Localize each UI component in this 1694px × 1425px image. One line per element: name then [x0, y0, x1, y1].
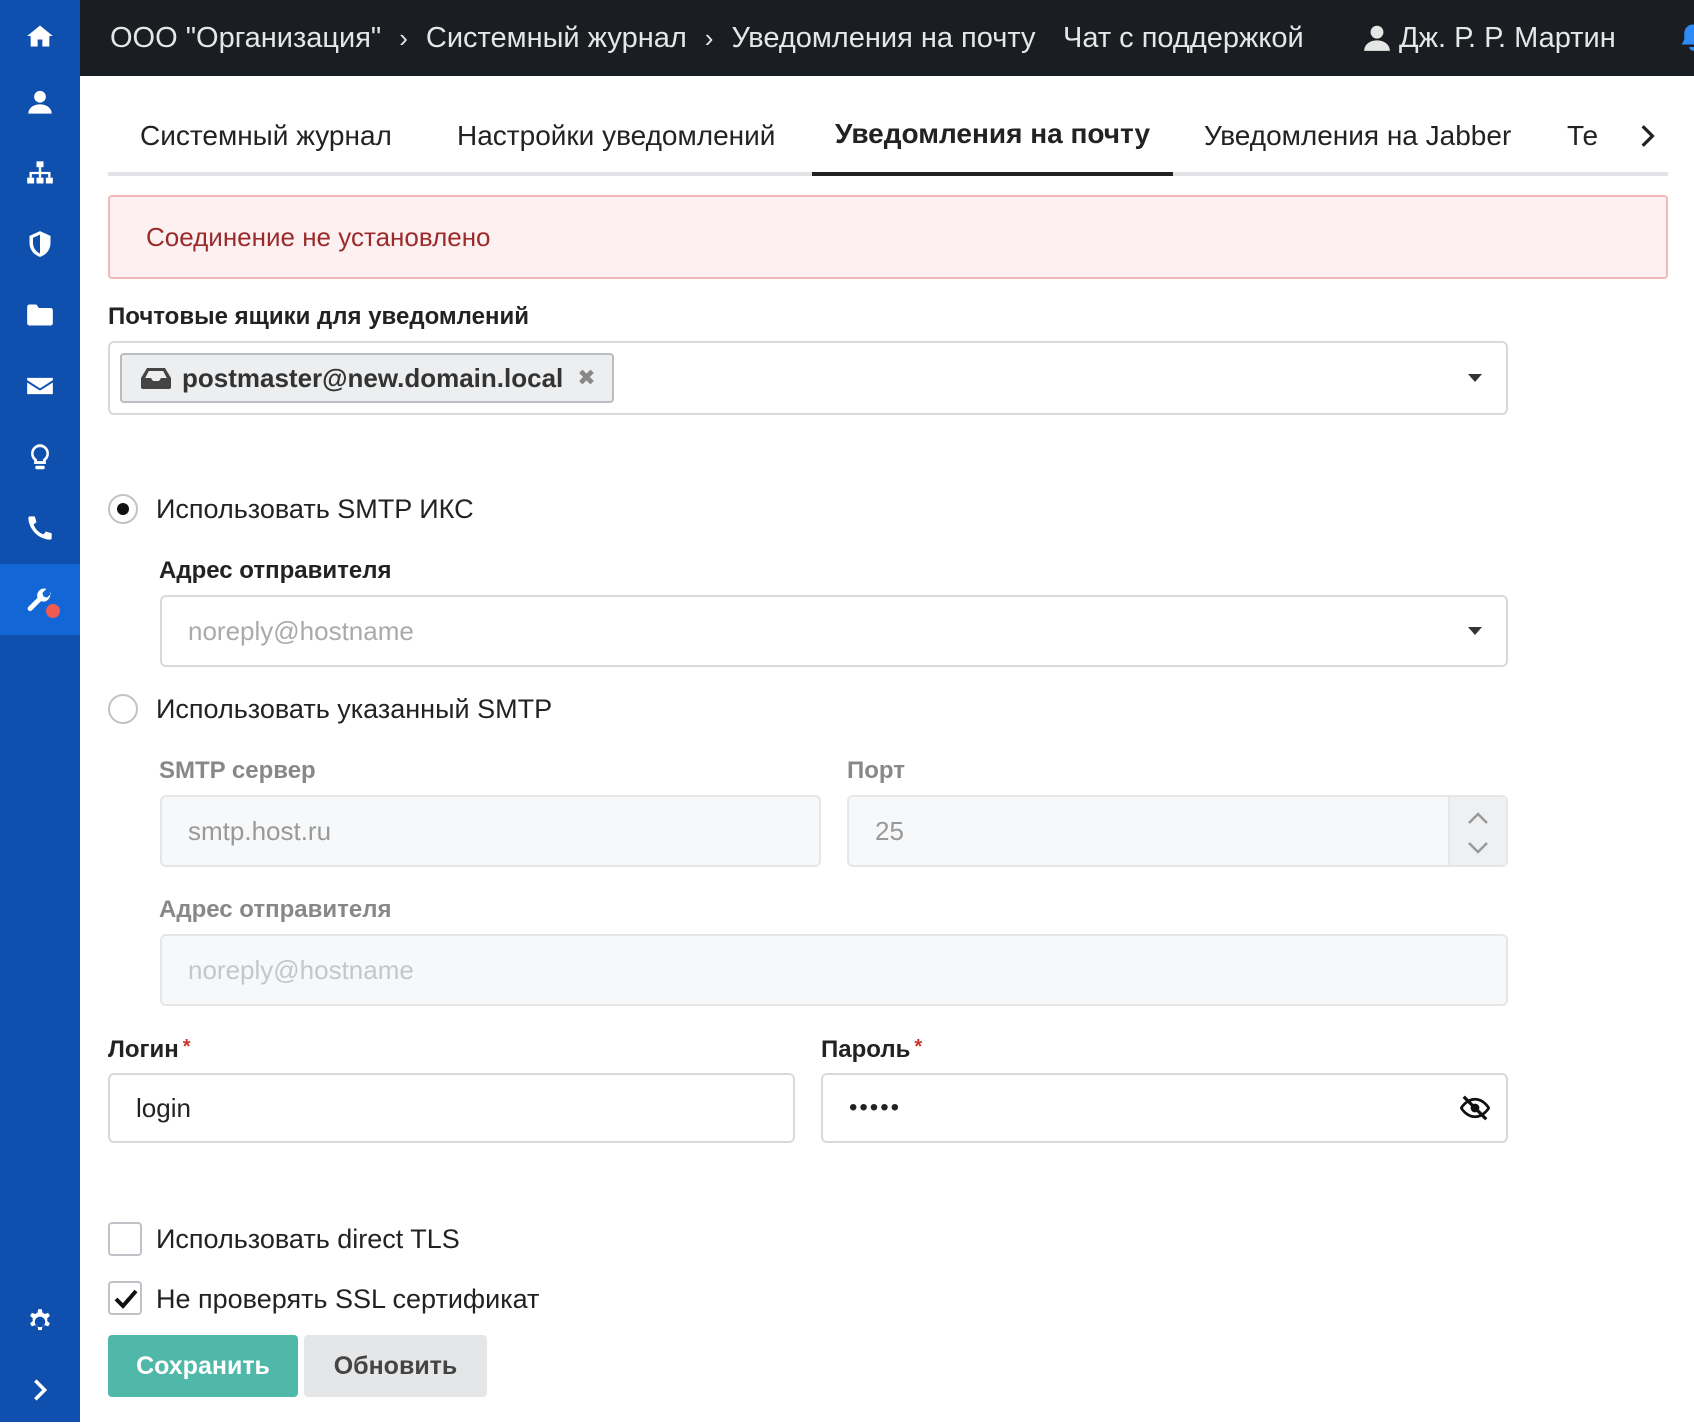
password-input[interactable]: •••••	[821, 1073, 1508, 1143]
breadcrumb-system-log[interactable]: Системный журнал	[426, 22, 687, 55]
breadcrumb-separator: ›	[399, 22, 408, 53]
checkmark-icon	[114, 1289, 138, 1309]
chevron-up-icon[interactable]	[1467, 811, 1489, 825]
port-stepper[interactable]: 25	[847, 795, 1508, 867]
smtp-server-input[interactable]: smtp.host.ru	[160, 795, 821, 867]
eye-slash-icon[interactable]	[1460, 1093, 1490, 1123]
sidebar-item-security[interactable]	[0, 208, 80, 279]
smtp-server-placeholder: smtp.host.ru	[188, 815, 332, 846]
checkbox-skip-ssl-check-label: Не проверять SSL сертификат	[156, 1284, 540, 1314]
support-chat-link[interactable]: Чат с поддержкой	[1063, 0, 1304, 76]
iks-sender-label: Адрес отправителя	[159, 557, 392, 584]
port-label: Порт	[847, 757, 906, 784]
tabs-scroll-right-button[interactable]	[1634, 96, 1660, 176]
sitemap-icon	[27, 160, 53, 183]
radio-use-custom-smtp-label: Использовать указанный SMTP	[156, 694, 553, 724]
radio-use-iks-smtp[interactable]	[108, 494, 138, 524]
smtp-server-label: SMTP сервер	[159, 757, 316, 784]
sidebar-item-mail[interactable]	[0, 350, 80, 421]
custom-sender-input[interactable]: noreply@hostname	[160, 934, 1508, 1006]
mailbox-chip-label: postmaster@new.domain.local	[182, 362, 564, 393]
alert-text: Соединение не установлено	[146, 221, 491, 252]
password-label-text: Пароль	[821, 1036, 911, 1063]
user-icon	[1364, 25, 1390, 51]
sidebar-item-home[interactable]	[0, 0, 80, 71]
password-label: Пароль *	[821, 1036, 922, 1064]
mailbox-chip: postmaster@new.domain.local ✖	[120, 353, 614, 403]
bell-icon	[1681, 24, 1694, 51]
connection-error-alert: Соединение не установлено	[108, 195, 1668, 279]
port-spinner[interactable]	[1448, 797, 1506, 865]
tab-jabber-notifications[interactable]: Уведомления на Jabber	[1204, 96, 1511, 176]
breadcrumb-separator: ›	[704, 22, 714, 53]
login-input[interactable]: login	[108, 1073, 795, 1143]
sidebar-item-settings[interactable]	[0, 1283, 80, 1354]
sidebar-item-network[interactable]	[0, 137, 80, 208]
phone-icon	[28, 515, 52, 540]
notification-dot	[46, 604, 60, 618]
radio-use-custom-smtp[interactable]	[108, 694, 138, 724]
chevron-right-icon	[34, 1378, 48, 1401]
sidebar-expand-button[interactable]	[0, 1354, 80, 1425]
tab-truncated[interactable]: Те	[1567, 96, 1598, 176]
custom-sender-placeholder: noreply@hostname	[188, 954, 414, 985]
checkbox-direct-tls[interactable]	[108, 1222, 142, 1256]
login-label: Логин *	[108, 1036, 191, 1064]
mailboxes-select[interactable]: postmaster@new.domain.local ✖	[108, 341, 1508, 415]
tab-bar: Системный журнал Настройки уведомлений У…	[108, 96, 1668, 176]
user-icon	[28, 90, 52, 114]
sidebar-item-users[interactable]	[0, 66, 80, 137]
required-mark: *	[182, 1036, 191, 1058]
iks-sender-placeholder: noreply@hostname	[188, 615, 414, 646]
breadcrumb-current: Уведомления на почту	[731, 21, 1036, 54]
envelope-icon	[27, 377, 53, 394]
user-menu[interactable]: Дж. Р. Р. Мартин	[1363, 0, 1616, 76]
chevron-down-icon[interactable]	[1467, 841, 1489, 855]
chevron-right-icon	[1641, 125, 1655, 147]
checkbox-direct-tls-label: Использовать direct TLS	[156, 1224, 460, 1254]
topbar: ООО "Организация" › Системный журнал › У…	[80, 0, 1694, 76]
tab-notification-settings[interactable]: Настройки уведомлений	[457, 96, 775, 176]
sidebar-item-files[interactable]	[0, 279, 80, 350]
sidebar-item-tools[interactable]	[0, 564, 80, 635]
home-icon	[27, 25, 53, 46]
password-value: •••••	[849, 1094, 902, 1121]
checkbox-skip-ssl-check[interactable]	[108, 1281, 142, 1315]
radio-use-iks-smtp-label: Использовать SMTP ИКС	[156, 494, 474, 524]
lightbulb-icon	[30, 443, 50, 469]
tab-email-notifications[interactable]: Уведомления на почту	[812, 96, 1173, 176]
sidebar-item-ideas[interactable]	[0, 421, 80, 492]
required-mark: *	[914, 1036, 923, 1058]
sidebar	[0, 0, 80, 1422]
save-button[interactable]: Сохранить	[108, 1335, 298, 1397]
gear-icon	[30, 1308, 50, 1330]
chevron-down-icon[interactable]	[1468, 374, 1482, 382]
iks-sender-select[interactable]: noreply@hostname	[160, 595, 1508, 667]
login-label-text: Логин	[108, 1036, 179, 1063]
remove-chip-icon[interactable]: ✖	[577, 365, 595, 391]
custom-sender-label: Адрес отправителя	[159, 896, 392, 923]
refresh-button[interactable]: Обновить	[304, 1335, 487, 1397]
shield-icon	[29, 230, 51, 257]
inbox-icon	[141, 368, 171, 389]
login-value: login	[136, 1092, 191, 1123]
mailboxes-label: Почтовые ящики для уведомлений	[108, 303, 529, 330]
notifications-button[interactable]	[1678, 22, 1694, 54]
breadcrumb: ООО "Организация" › Системный журнал › У…	[110, 0, 1035, 76]
chevron-down-icon[interactable]	[1468, 627, 1482, 635]
breadcrumb-organization[interactable]: ООО "Организация"	[110, 22, 381, 55]
port-value: 25	[875, 815, 904, 846]
tab-system-log[interactable]: Системный журнал	[140, 96, 392, 176]
user-name: Дж. Р. Р. Мартин	[1399, 21, 1616, 54]
sidebar-item-telephony[interactable]	[0, 492, 80, 563]
folder-icon	[27, 304, 53, 325]
